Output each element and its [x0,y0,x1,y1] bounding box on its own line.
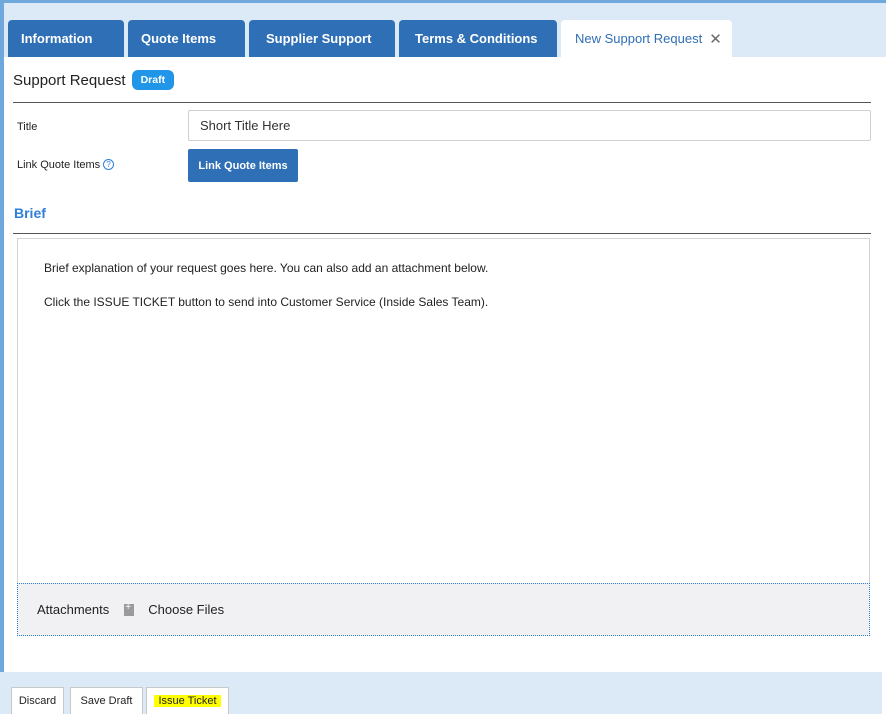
tab-label: Quote Items [141,31,217,46]
choose-files-button[interactable]: Choose Files [148,602,224,617]
issue-ticket-button[interactable]: Issue Ticket [146,687,229,714]
link-label-text: Link Quote Items [17,159,101,171]
tab-label: Supplier Support [266,31,372,46]
brief-heading: Brief [14,205,46,221]
tab-bar: Information Quote Items Supplier Support… [4,3,886,57]
divider [13,102,871,103]
discard-label: Discard [18,695,57,707]
tab-label: New Support Request [575,31,703,46]
title-label: Title [17,121,38,133]
discard-button[interactable]: Discard [11,687,64,714]
tab-label: Information [21,31,93,46]
status-badge: Draft [131,70,175,90]
attachments-bar: Attachments Choose Files [17,583,870,636]
tab-supplier-support[interactable]: Supplier Support [249,20,395,57]
brief-line: Click the ISSUE TICKET button to send in… [44,295,489,309]
tab-terms-conditions[interactable]: Terms & Conditions [399,20,557,57]
close-icon[interactable]: ✕ [709,30,722,48]
save-draft-label: Save Draft [80,695,133,707]
tab-quote-items[interactable]: Quote Items [128,20,245,57]
link-quote-items-button[interactable]: Link Quote Items [188,149,298,182]
brief-line: Brief explanation of your request goes h… [44,261,489,275]
save-draft-button[interactable]: Save Draft [70,687,143,714]
link-quote-items-label: Link Quote Items? [17,159,115,171]
issue-ticket-label: Issue Ticket [154,695,221,707]
attachments-label: Attachments [37,602,110,617]
page-title-text: Support Request [13,71,126,89]
tab-label: Terms & Conditions [415,31,538,46]
file-add-icon [124,602,135,616]
brief-editor[interactable]: Brief explanation of your request goes h… [17,238,870,584]
title-input[interactable] [188,110,871,141]
tab-new-support-request[interactable]: New Support Request ✕ [561,20,732,57]
page-title: Support Request Draft [13,70,175,90]
help-icon[interactable]: ? [103,159,115,170]
tab-information[interactable]: Information [8,20,124,57]
divider [13,233,871,234]
